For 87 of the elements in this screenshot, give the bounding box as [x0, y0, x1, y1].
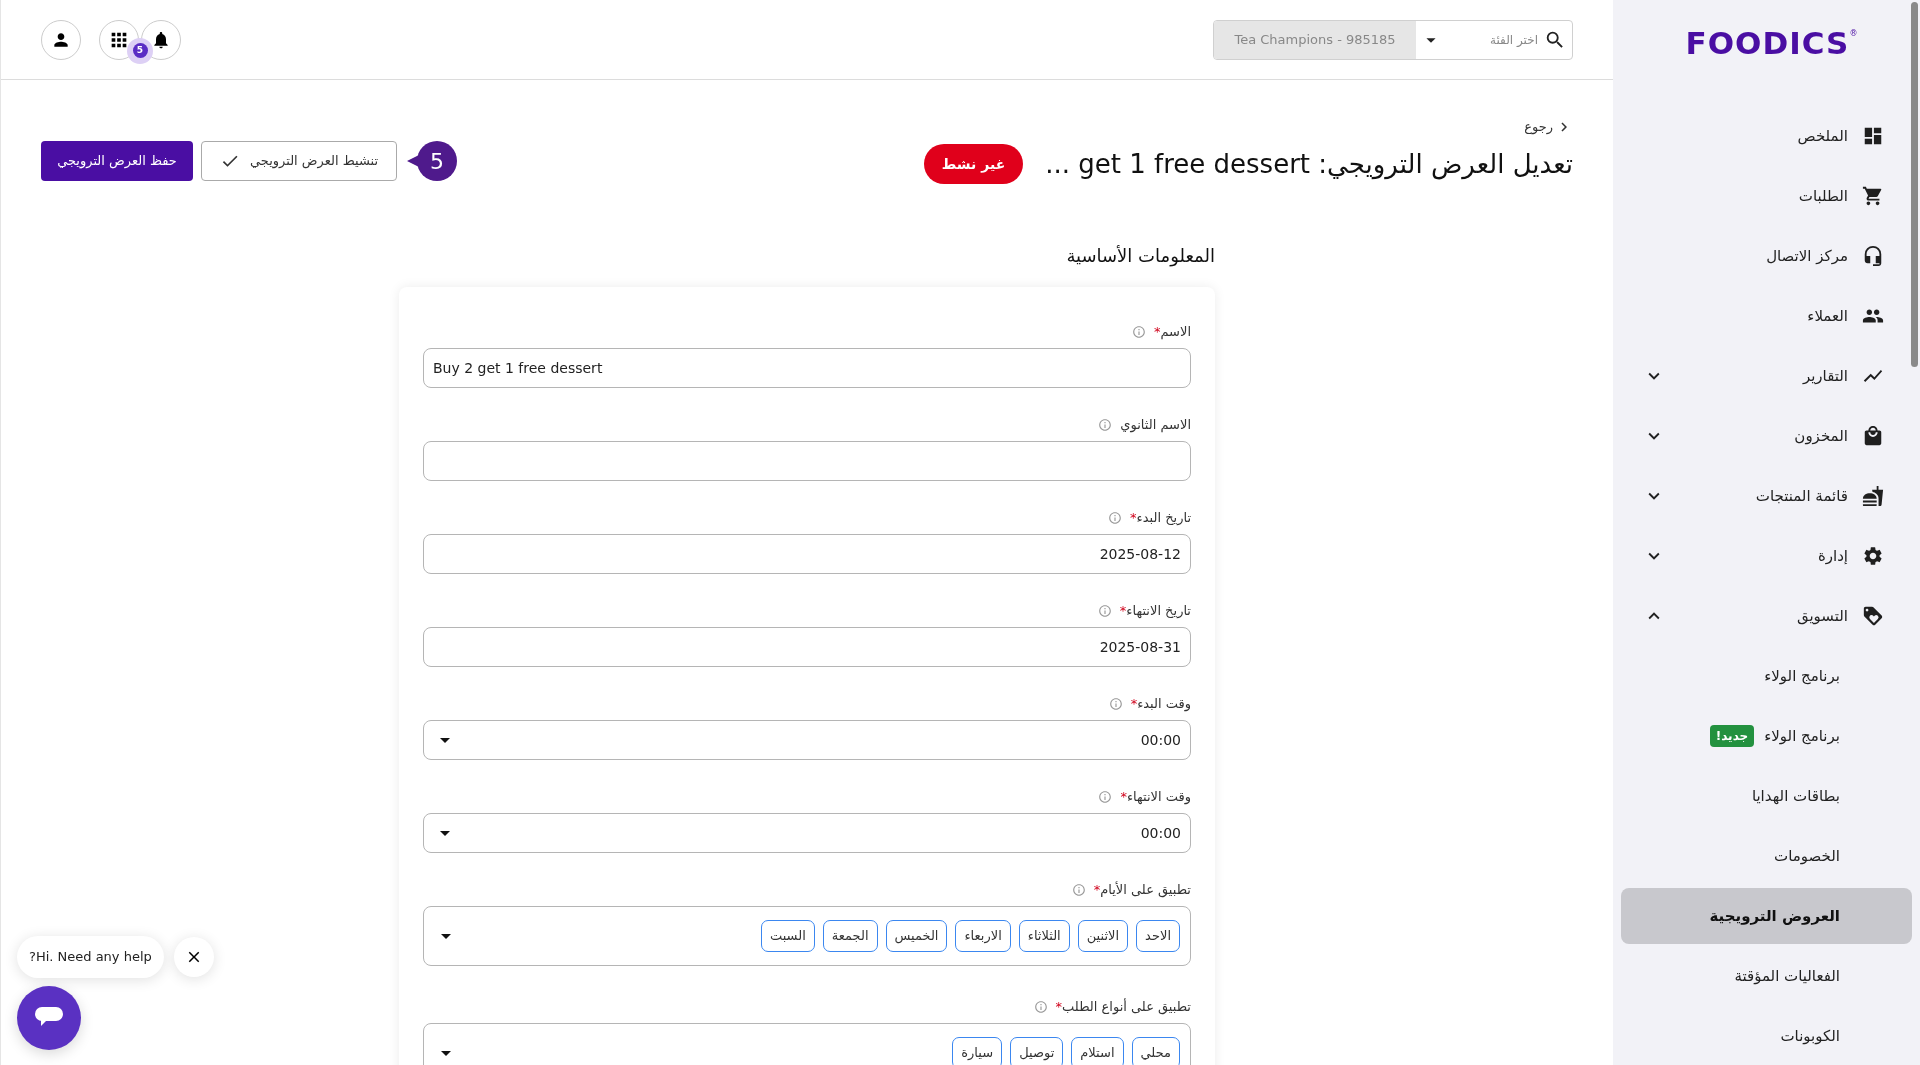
status-badge: غير نشط — [923, 144, 1024, 184]
field-label: الاسم الثانوي — [1120, 416, 1191, 435]
headset-icon — [1862, 245, 1884, 267]
info-icon[interactable] — [1108, 511, 1123, 525]
scrollbar[interactable] — [1911, 2, 1918, 367]
field-label: تطبيق على أنواع الطلب — [1062, 997, 1191, 1017]
field-label: تاريخ البدء — [1136, 509, 1191, 528]
bell-icon — [151, 29, 171, 50]
nav-item[interactable]: التسويق — [1613, 586, 1920, 646]
dropdown-caret-icon — [440, 737, 450, 743]
bag-icon — [1862, 425, 1884, 447]
option-chip[interactable]: الثلاثاء — [1018, 920, 1070, 952]
date-field[interactable]: 2025-08-12 — [423, 534, 1191, 574]
option-chip[interactable]: محلي — [1131, 1037, 1180, 1065]
field-label: وقت البدء — [1137, 695, 1191, 714]
option-chip[interactable]: السبت — [760, 920, 815, 952]
info-icon[interactable] — [1098, 790, 1113, 804]
info-icon[interactable] — [1033, 1000, 1048, 1014]
option-chip[interactable]: الخميس — [885, 920, 948, 952]
nav-subitem[interactable]: الخصومات — [1621, 828, 1912, 884]
dropdown-caret-icon — [441, 933, 451, 939]
activate-button[interactable]: تنشيط العرض الترويجي — [201, 141, 397, 181]
field-label: تطبيق على الأيام — [1100, 880, 1191, 900]
nav-subitem[interactable]: برنامج الولاء جديد! — [1621, 708, 1912, 764]
info-icon[interactable] — [1131, 325, 1146, 339]
required-asterisk: * — [1130, 695, 1138, 714]
multi-select[interactable]: الاحد الاثنين الثلاثاء الاربعاء الخميس الجمعة السبت — [423, 906, 1191, 966]
info-icon[interactable] — [1108, 697, 1123, 711]
field-label: تاريخ الانتهاء — [1126, 602, 1191, 621]
chat-button[interactable] — [17, 986, 81, 1050]
date-field[interactable]: 2025-08-31 — [423, 627, 1191, 667]
profile-button[interactable] — [41, 19, 81, 60]
chat-message: ?Hi. Need any help — [17, 936, 164, 978]
option-chip[interactable]: الاثنين — [1077, 920, 1129, 952]
nav-item[interactable]: التقارير — [1613, 346, 1920, 406]
option-chip[interactable]: الاحد — [1136, 920, 1180, 952]
text-field[interactable] — [423, 441, 1191, 481]
burger-drink-icon — [1862, 485, 1884, 507]
field-label: وقت الانتهاء — [1126, 788, 1191, 807]
required-asterisk: * — [1120, 788, 1127, 807]
option-chip[interactable]: الاربعاء — [955, 920, 1011, 952]
nav-item[interactable]: العملاء — [1613, 286, 1920, 346]
nav-item[interactable]: الطلبات — [1613, 166, 1920, 226]
new-badge: جديد! — [1709, 725, 1755, 747]
nav-subitem[interactable]: العروض الترويجية — [1621, 888, 1912, 944]
settings-icon — [1862, 545, 1884, 567]
field-label: الاسم — [1160, 323, 1191, 342]
option-chip[interactable]: استلام — [1071, 1037, 1124, 1065]
required-asterisk: * — [1119, 602, 1127, 621]
option-chip[interactable]: الجمعة — [822, 920, 878, 952]
option-chip[interactable]: سيارة — [952, 1037, 1003, 1065]
section-title: المعلومات الأساسية — [1065, 244, 1215, 269]
required-asterisk: * — [1130, 509, 1137, 528]
multi-select[interactable]: محلي استلام توصيل سيارة — [423, 1023, 1191, 1065]
apps-button[interactable] — [99, 19, 139, 60]
info-icon[interactable] — [1097, 604, 1112, 618]
info-icon[interactable] — [1071, 883, 1086, 897]
option-chip[interactable]: توصيل — [1010, 1037, 1064, 1065]
nav-subitem[interactable]: الفعاليات المؤقتة — [1621, 948, 1912, 1004]
nav-item[interactable]: المخزون — [1613, 406, 1920, 466]
nav-item[interactable]: مركز الاتصال — [1613, 226, 1920, 286]
required-asterisk: * — [1153, 323, 1161, 342]
time-select[interactable]: 00:00 — [423, 720, 1191, 760]
back-link[interactable]: رجوع — [1524, 116, 1573, 138]
info-icon[interactable] — [1098, 418, 1113, 432]
nav-item[interactable]: إدارة — [1613, 526, 1920, 586]
business-name: Tea Champions - 985185 — [1214, 20, 1416, 59]
nav-item[interactable]: قائمة المنتجات — [1613, 466, 1920, 526]
notifications-button[interactable] — [141, 19, 181, 60]
nav-subitem[interactable]: الكوبونات — [1621, 1008, 1912, 1064]
dropdown-caret-icon — [440, 830, 450, 836]
logo[interactable]: FOODICS® — [1675, 28, 1858, 59]
required-asterisk: * — [1093, 882, 1101, 900]
page-title: تعديل العرض الترويجي: get 1 free dessert ... — [1045, 147, 1573, 182]
cart-icon — [1862, 185, 1884, 207]
required-asterisk: * — [1055, 998, 1063, 1017]
close-button[interactable] — [173, 937, 214, 977]
dashboard-icon — [1862, 125, 1884, 147]
text-field[interactable]: Buy 2 get 1 free dessert — [423, 348, 1191, 388]
nav-subitem[interactable]: برنامج الولاء — [1621, 648, 1912, 704]
time-select[interactable]: 00:00 — [423, 813, 1191, 853]
tag-icon — [1862, 605, 1884, 627]
nav-subitem[interactable]: بطاقات الهدايا — [1621, 768, 1912, 824]
nav-item[interactable]: الملخص — [1613, 106, 1920, 166]
category-input[interactable]: اختر الفئة — [1458, 30, 1538, 49]
dropdown-caret-icon — [441, 1050, 451, 1056]
save-button[interactable]: حفظ العرض الترويجي — [41, 141, 193, 181]
